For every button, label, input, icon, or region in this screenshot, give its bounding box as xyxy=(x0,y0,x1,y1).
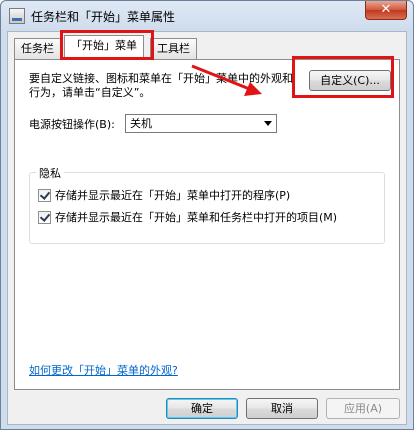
tab-taskbar[interactable]: 任务栏 xyxy=(14,38,61,59)
properties-window: 任务栏和「开始」菜单属性 ✕ 任务栏 「开始」菜单 工具栏 要自定义链接、图标和… xyxy=(0,0,414,430)
tab-start-menu[interactable]: 「开始」菜单 xyxy=(64,35,144,60)
cancel-button[interactable]: 取消 xyxy=(246,398,318,419)
customize-description: 要自定义链接、图标和菜单在「开始」菜单中的外观和行为，请单击“自定义”。 xyxy=(29,72,293,99)
close-button[interactable]: ✕ xyxy=(365,1,407,20)
chevron-down-icon xyxy=(264,121,272,126)
privacy-recent-items[interactable]: 存储并显示最近在「开始」菜单和任务栏中打开的项目(M) xyxy=(38,209,337,225)
privacy-group: 隐私 存储并显示最近在「开始」菜单中打开的程序(P) 存储并显示最近在「开始」菜… xyxy=(29,165,385,244)
checkbox-checked-icon[interactable] xyxy=(38,211,51,224)
recent-programs-label: 存储并显示最近在「开始」菜单中打开的程序(P) xyxy=(55,189,291,202)
ok-button[interactable]: 确定 xyxy=(166,398,238,419)
privacy-title: 隐私 xyxy=(36,165,64,181)
recent-items-label: 存储并显示最近在「开始」菜单和任务栏中打开的项目(M) xyxy=(55,211,338,224)
customize-button[interactable]: 自定义(C)... xyxy=(309,70,391,91)
power-button-value: 关机 xyxy=(130,117,152,130)
checkbox-checked-icon[interactable] xyxy=(38,189,51,202)
privacy-recent-programs[interactable]: 存储并显示最近在「开始」菜单中打开的程序(P) xyxy=(38,187,290,203)
apply-button[interactable]: 应用(A) xyxy=(326,398,400,419)
taskbar-app-icon xyxy=(9,8,25,24)
tab-toolbars[interactable]: 工具栏 xyxy=(150,38,197,59)
power-button-label: 电源按钮操作(B): xyxy=(29,118,115,131)
window-title: 任务栏和「开始」菜单属性 xyxy=(31,10,176,24)
title-bar: 任务栏和「开始」菜单属性 ✕ xyxy=(1,1,413,31)
power-button-select[interactable]: 关机 xyxy=(125,114,277,133)
help-link[interactable]: 如何更改「开始」菜单的外观? xyxy=(29,362,178,378)
dialog-client: 任务栏 「开始」菜单 工具栏 要自定义链接、图标和菜单在「开始」菜单中的外观和行… xyxy=(7,31,407,425)
start-menu-panel: 要自定义链接、图标和菜单在「开始」菜单中的外观和行为，请单击“自定义”。 自定义… xyxy=(14,59,400,390)
